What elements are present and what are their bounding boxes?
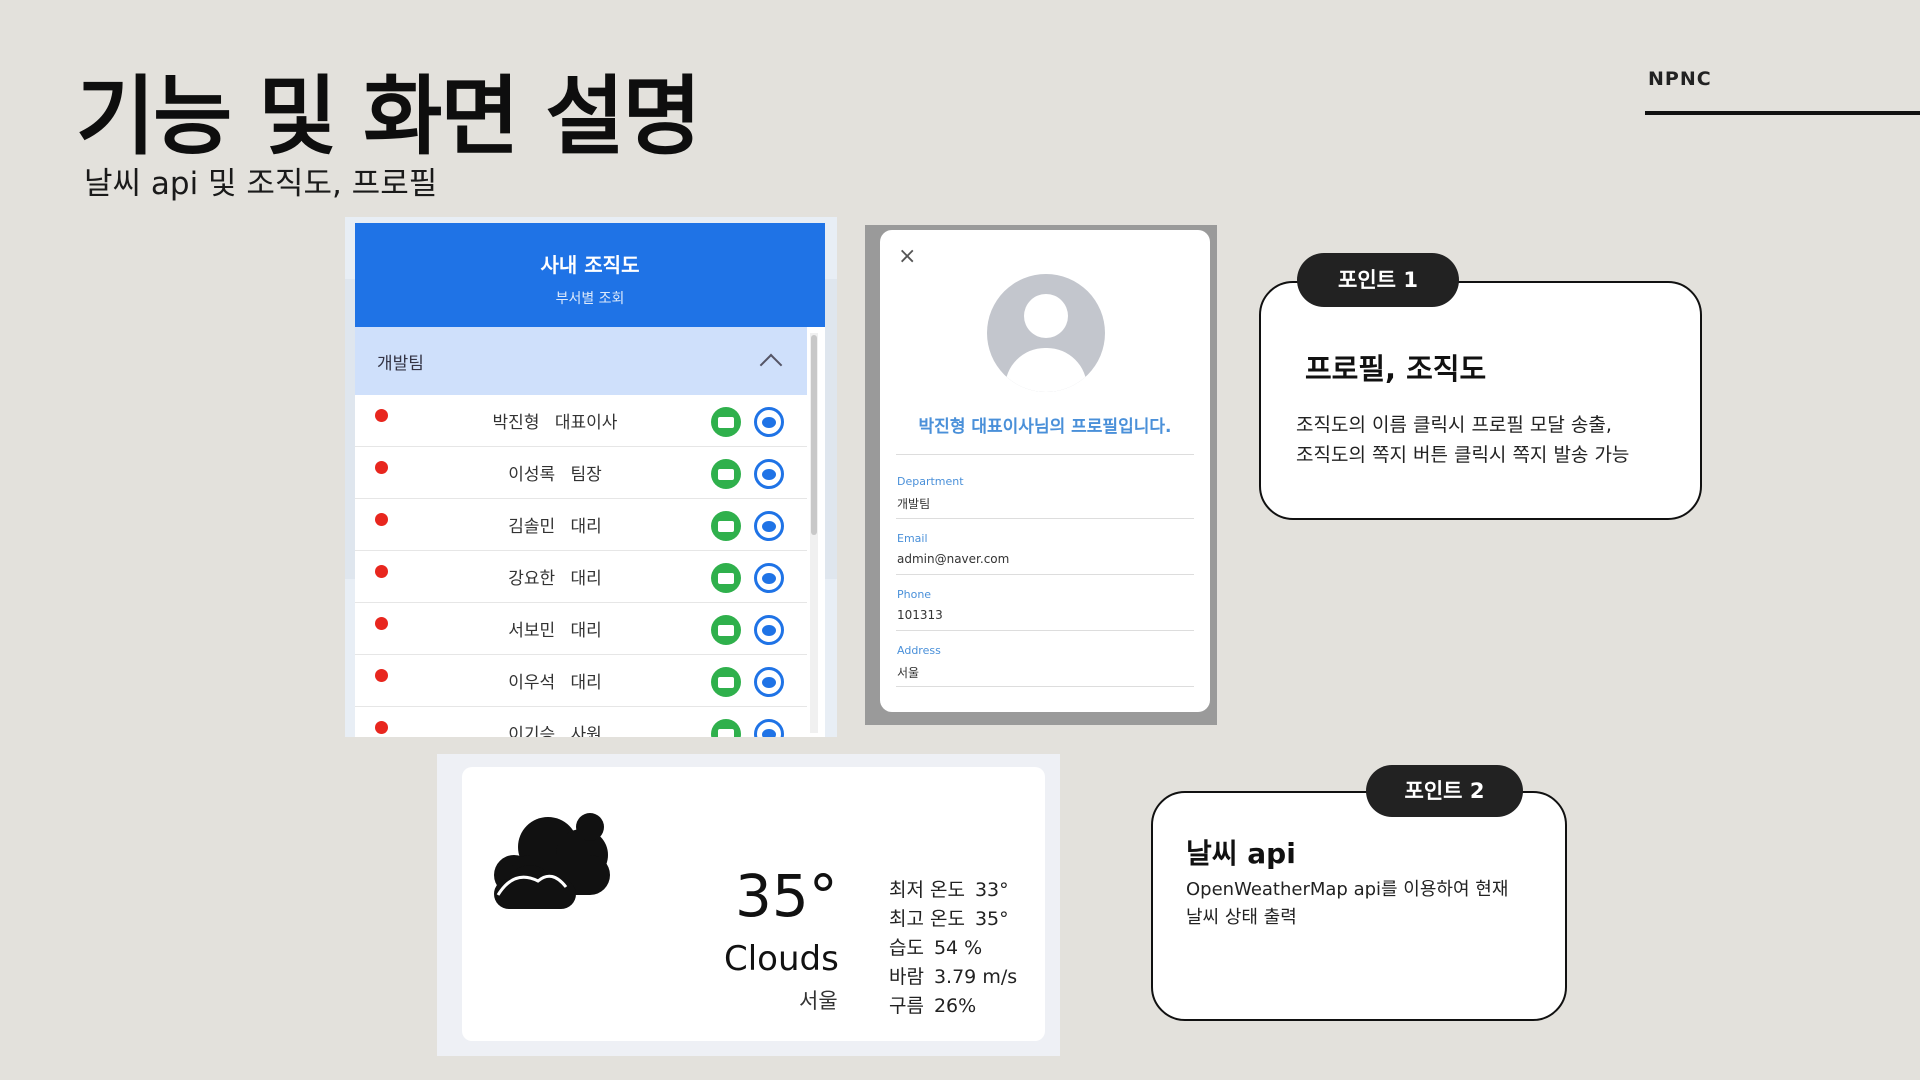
member-name[interactable]: 강요한 대리 (355, 564, 755, 589)
chat-icon[interactable] (754, 511, 784, 541)
address-label: Address (897, 644, 941, 657)
message-icon[interactable] (711, 667, 741, 697)
email-value: admin@naver.com (897, 552, 1010, 566)
city-name: 서울 (799, 989, 838, 1013)
point1-badge: 포인트 1 (1297, 253, 1459, 307)
member-row[interactable]: 강요한 대리 (355, 551, 807, 603)
stat-wind: 바람 3.79 m/s (889, 966, 1018, 988)
chat-icon[interactable] (754, 667, 784, 697)
member-name[interactable]: 이우석 대리 (355, 668, 755, 693)
message-icon[interactable] (711, 407, 741, 437)
message-icon[interactable] (711, 511, 741, 541)
member-name[interactable]: 서보민 대리 (355, 616, 755, 641)
org-chart-panel: 사내 조직도 부서별 조회 개발팀 박진형 대표이사 이성록 팀장 김솔민 대리… (355, 223, 825, 737)
temperature: 35° (735, 862, 838, 930)
weather-condition: Clouds (724, 939, 839, 979)
department-label: Department (897, 475, 964, 488)
stat-humidity: 습도 54 % (889, 937, 983, 959)
chat-icon[interactable] (754, 615, 784, 645)
stat-max-temp: 최고 온도 35° (889, 908, 1009, 930)
member-name[interactable]: 이기승 사원 (355, 720, 755, 737)
stat-min-temp: 최저 온도 33° (889, 879, 1009, 901)
point2-title: 날씨 api (1186, 837, 1296, 870)
brand-label: NPNC (1648, 68, 1712, 90)
department-value: 개발팀 (897, 497, 931, 511)
member-row[interactable]: 서보민 대리 (355, 603, 807, 655)
brand-underline (1645, 111, 1920, 115)
point1-box (1259, 281, 1702, 520)
member-row[interactable]: 김솔민 대리 (355, 499, 807, 551)
org-chart-subtitle: 부서별 조회 (555, 291, 625, 307)
divider (896, 630, 1194, 631)
chevron-up-icon[interactable] (759, 353, 783, 377)
org-chart-screenshot: 사내 조직도 부서별 조회 개발팀 박진형 대표이사 이성록 팀장 김솔민 대리… (345, 217, 837, 737)
chat-icon[interactable] (754, 407, 784, 437)
address-value: 서울 (897, 666, 920, 680)
point2-badge: 포인트 2 (1366, 765, 1523, 817)
chat-icon[interactable] (754, 459, 784, 489)
page-title: 기능 및 화면 설명 (76, 67, 702, 167)
divider (896, 518, 1194, 519)
member-name[interactable]: 김솔민 대리 (355, 512, 755, 537)
phone-label: Phone (897, 588, 932, 601)
weather-widget-screenshot: 35° Clouds 서울 최저 온도 33° 최고 온도 35° 습도 54 % 바… (437, 754, 1060, 1056)
member-name[interactable]: 박진형 대표이사 (355, 408, 755, 433)
member-row[interactable]: 이우석 대리 (355, 655, 807, 707)
member-name[interactable]: 이성록 팀장 (355, 460, 755, 485)
message-icon[interactable] (711, 459, 741, 489)
profile-modal-screenshot: × 박진형 대표이사님의 프로필입니다. Department 개발팀 Emai… (865, 225, 1217, 725)
message-icon[interactable] (711, 563, 741, 593)
email-label: Email (897, 532, 928, 545)
chat-icon[interactable] (754, 563, 784, 593)
chat-icon[interactable] (754, 719, 784, 737)
phone-value: 101313 (897, 608, 943, 622)
divider (896, 686, 1194, 687)
divider (896, 574, 1194, 575)
member-row[interactable]: 박진형 대표이사 (355, 395, 807, 447)
profile-heading: 박진형 대표이사님의 프로필입니다. (918, 417, 1172, 437)
org-chart-title: 사내 조직도 (540, 253, 640, 277)
weather-card: 35° Clouds 서울 최저 온도 33° 최고 온도 35° 습도 54 % 바… (462, 767, 1045, 1041)
avatar-icon (987, 274, 1105, 392)
member-list: 박진형 대표이사 이성록 팀장 김솔민 대리 강요한 대리 서보민 대리 이우석… (355, 395, 807, 737)
point1-description: 조직도의 이름 클릭시 프로필 모달 송출, 조직도의 쪽지 버튼 클릭시 쪽지… (1296, 414, 1630, 466)
cloud-icon (494, 813, 610, 909)
scrollbar-thumb[interactable] (811, 335, 817, 535)
message-icon[interactable] (711, 615, 741, 645)
page-subtitle: 날씨 api 및 조직도, 프로필 (84, 166, 438, 202)
divider (896, 454, 1194, 455)
close-icon[interactable]: × (898, 244, 916, 269)
member-row[interactable]: 이기승 사원 (355, 707, 807, 737)
stat-clouds: 구름 26% (889, 995, 977, 1017)
profile-modal: × 박진형 대표이사님의 프로필입니다. Department 개발팀 Emai… (880, 230, 1210, 712)
point2-description: OpenWeatherMap api를 이용하여 현재 날씨 상태 출력 (1186, 879, 1509, 928)
group-name: 개발팀 (377, 353, 424, 374)
group-header-dev[interactable]: 개발팀 (355, 327, 807, 395)
org-chart-header: 사내 조직도 부서별 조회 (355, 223, 825, 327)
member-row[interactable]: 이성록 팀장 (355, 447, 807, 499)
point1-title: 프로필, 조직도 (1305, 352, 1487, 386)
